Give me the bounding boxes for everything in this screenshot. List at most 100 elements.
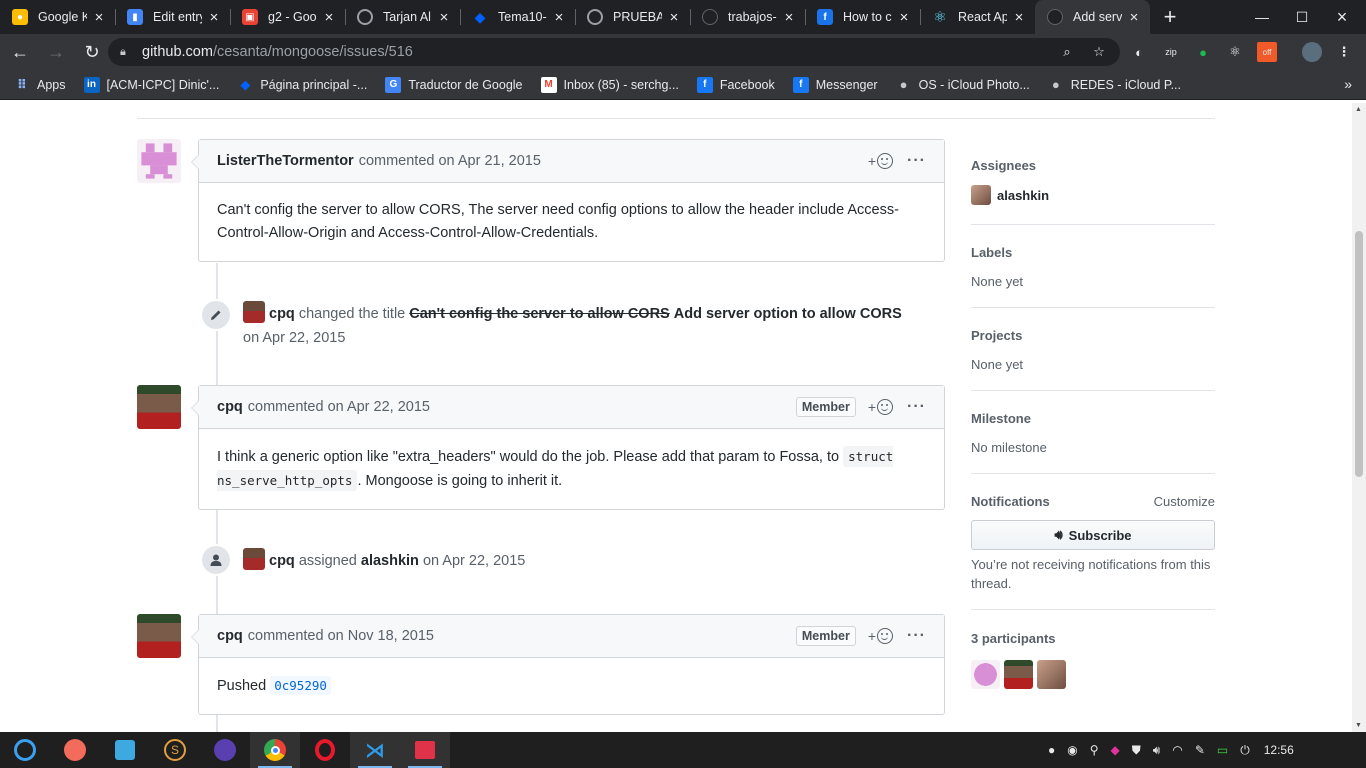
extension-off-icon[interactable]: off <box>1257 42 1277 62</box>
close-icon[interactable]: × <box>551 9 567 26</box>
close-icon[interactable]: × <box>896 9 912 26</box>
scrollbar-thumb[interactable] <box>1355 231 1363 477</box>
store-app-icon[interactable] <box>100 732 150 768</box>
event-assignee[interactable]: alashkin <box>361 553 419 569</box>
bookmark-item[interactable]: f Facebook <box>696 76 775 93</box>
forward-icon[interactable]: → <box>40 36 72 68</box>
opera-app-icon[interactable] <box>300 732 350 768</box>
avatar[interactable] <box>971 660 1000 689</box>
comment-timestamp[interactable]: commented on Apr 22, 2015 <box>248 399 430 415</box>
battery-icon[interactable]: ▭ <box>1217 743 1228 757</box>
back-icon[interactable]: ← <box>4 36 36 68</box>
close-icon[interactable]: × <box>1126 9 1142 26</box>
bookmark-item[interactable]: ● OS - iCloud Photo... <box>896 77 1030 93</box>
add-reaction-button[interactable]: + <box>868 628 894 644</box>
start-menu-icon[interactable] <box>0 732 50 768</box>
discord-icon[interactable]: ◉ <box>1067 743 1077 757</box>
screenshot-app-icon[interactable] <box>50 732 100 768</box>
maximize-icon[interactable]: ☐ <box>1282 0 1322 34</box>
bookmark-star-icon[interactable]: ☆ <box>1089 42 1109 62</box>
avatar[interactable] <box>137 139 181 183</box>
window-close-icon[interactable]: × <box>1322 0 1362 34</box>
zoom-icon[interactable]: ⌕ <box>1057 42 1077 62</box>
more-options-button[interactable]: ··· <box>907 152 926 170</box>
assignee-entry[interactable]: alashkin <box>971 185 1215 205</box>
browser-tab[interactable]: PRUEBA × <box>575 0 690 34</box>
event-date[interactable]: on Apr 22, 2015 <box>423 553 525 569</box>
event-date[interactable]: on Apr 22, 2015 <box>243 330 345 346</box>
reload-icon[interactable]: ↻ <box>76 36 108 68</box>
power-icon[interactable]: ⏻ <box>1240 743 1250 758</box>
volume-icon[interactable]: 🔊︎ <box>1153 743 1161 758</box>
comment-author[interactable]: cpq <box>217 628 243 644</box>
bookmark-apps[interactable]: ⠿ Apps <box>14 77 66 93</box>
extension-icon[interactable]: ◐ <box>1129 42 1149 62</box>
avatar[interactable] <box>1037 660 1066 689</box>
terminal-app-icon[interactable] <box>400 732 450 768</box>
profile-avatar[interactable] <box>1302 42 1322 62</box>
browser-tab[interactable]: ● Google K × <box>0 0 115 34</box>
browser-tab[interactable]: ⚛ React Ap × <box>920 0 1035 34</box>
more-options-button[interactable]: ··· <box>907 398 926 416</box>
bookmark-item[interactable]: M Inbox (85) - serchg... <box>540 76 679 93</box>
comment-author[interactable]: cpq <box>217 399 243 415</box>
usb-icon[interactable]: ⚲ <box>1090 743 1099 757</box>
browser-tab[interactable]: trabajos- × <box>690 0 805 34</box>
browser-tab[interactable]: ◆ Tema10- × <box>460 0 575 34</box>
customize-link[interactable]: Customize <box>1154 494 1215 509</box>
bookmark-item[interactable]: ● REDES - iCloud P... <box>1048 77 1181 93</box>
monitor-app-icon[interactable] <box>200 732 250 768</box>
close-icon[interactable]: × <box>321 9 337 26</box>
shield-icon[interactable]: ⛊ <box>1132 743 1141 758</box>
scroll-down-icon[interactable]: ▼ <box>1355 722 1362 729</box>
address-bar[interactable]: 🔒︎ github.com/cesanta/mongoose/issues/51… <box>108 38 1120 66</box>
pen-icon[interactable]: ✎ <box>1195 743 1205 757</box>
bookmark-item[interactable]: f Messenger <box>792 76 878 93</box>
close-icon[interactable]: × <box>666 9 682 26</box>
scroll-up-icon[interactable]: ▲ <box>1355 106 1362 113</box>
event-actor[interactable]: cpq <box>269 553 295 569</box>
browser-tab-active[interactable]: Add serve × <box>1035 0 1150 34</box>
browser-tab[interactable]: Tarjan Al × <box>345 0 460 34</box>
wifi-icon[interactable]: ◠ <box>1172 743 1182 757</box>
commit-link[interactable]: 0c95290 <box>270 676 331 695</box>
menu-icon[interactable]: ⋮ <box>1334 42 1354 62</box>
comment-author[interactable]: ListerTheTormentor <box>217 153 354 169</box>
comment-timestamp[interactable]: commented on Apr 21, 2015 <box>359 153 541 169</box>
subscribe-button[interactable]: 🔊︎ Subscribe <box>971 520 1215 550</box>
gitzip-icon[interactable]: zip <box>1161 42 1181 62</box>
bookmark-item[interactable]: G Traductor de Google <box>385 76 523 93</box>
minimize-icon[interactable]: — <box>1242 0 1282 34</box>
react-devtools-icon[interactable]: ⚛ <box>1225 42 1245 62</box>
sidebar-heading[interactable]: Milestone <box>971 411 1215 426</box>
close-icon[interactable]: × <box>206 9 222 26</box>
browser-tab[interactable]: ▣ g2 - Goog × <box>230 0 345 34</box>
avatar[interactable] <box>137 385 181 429</box>
close-icon[interactable]: × <box>91 9 107 26</box>
new-tab-button[interactable]: + <box>1150 0 1190 34</box>
mini-avatar[interactable] <box>243 548 265 570</box>
page-scrollbar[interactable]: ▲ ▼ <box>1352 103 1366 732</box>
sidebar-heading[interactable]: Assignees <box>971 158 1215 173</box>
vscode-app-icon[interactable]: ⋊ <box>350 732 400 768</box>
chrome-app-icon[interactable] <box>250 732 300 768</box>
avatar[interactable] <box>137 614 181 658</box>
sidebar-heading[interactable]: Labels <box>971 245 1215 260</box>
app-tray-icon[interactable]: ◆ <box>1111 743 1120 757</box>
comment-timestamp[interactable]: commented on Nov 18, 2015 <box>248 628 434 644</box>
add-reaction-button[interactable]: + <box>868 153 894 169</box>
add-reaction-button[interactable]: + <box>868 399 894 415</box>
close-icon[interactable]: × <box>436 9 452 26</box>
avatar[interactable] <box>1004 660 1033 689</box>
browser-tab[interactable]: f How to c × <box>805 0 920 34</box>
browser-tab[interactable]: ▮ Edit entry × <box>115 0 230 34</box>
event-actor[interactable]: cpq <box>269 306 295 322</box>
clock[interactable]: 12:56 <box>1264 743 1294 757</box>
chat-icon[interactable]: ● <box>1048 743 1055 757</box>
s-app-icon[interactable]: S <box>150 732 200 768</box>
bookmark-item[interactable]: ◆ Página principal -... <box>237 77 367 93</box>
more-bookmarks-button[interactable]: » <box>1344 76 1352 92</box>
sidebar-heading[interactable]: Projects <box>971 328 1215 343</box>
close-icon[interactable]: × <box>1011 9 1027 26</box>
more-options-button[interactable]: ··· <box>907 627 926 645</box>
